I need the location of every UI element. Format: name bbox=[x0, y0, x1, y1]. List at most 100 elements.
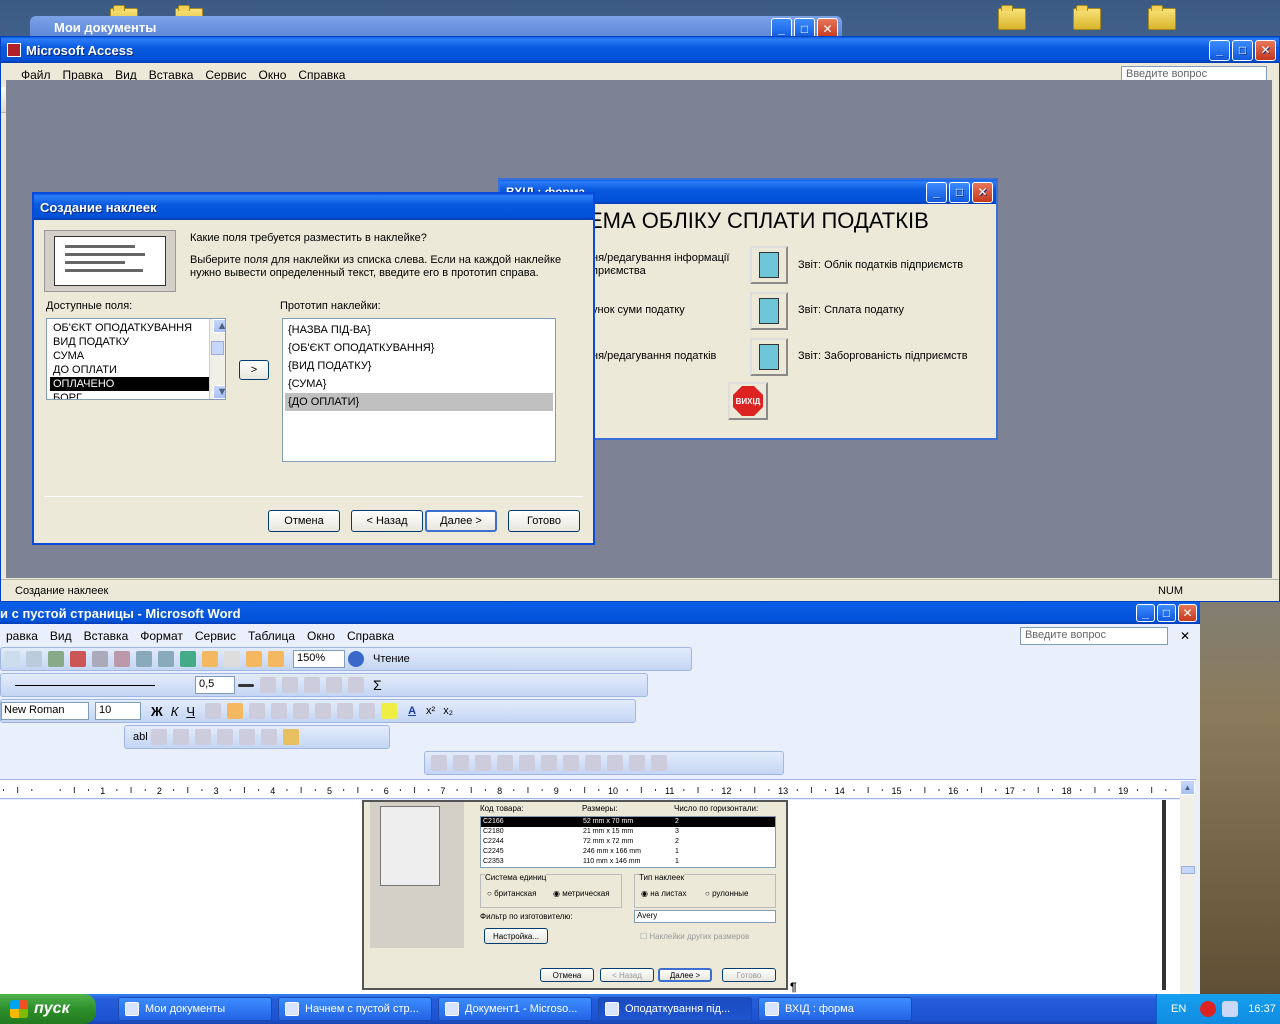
dialog-next-button[interactable]: Далее > bbox=[658, 968, 712, 982]
ask-question-input[interactable]: Введите вопрос bbox=[1019, 627, 1168, 645]
cancel-button[interactable]: Отмена bbox=[268, 510, 340, 532]
menu-window[interactable]: Окно bbox=[301, 629, 341, 643]
border-color-icon[interactable] bbox=[238, 683, 254, 687]
available-field-item[interactable]: ОБ'ЄКТ ОПОДАТКУВАННЯ bbox=[50, 321, 209, 335]
label-product-row[interactable]: C2166 52 mm x 70 mm 2 bbox=[481, 817, 775, 827]
word-titlebar[interactable]: и с пустой страницы - Microsoft Word _ □… bbox=[0, 602, 1200, 624]
scroll-up-button[interactable]: ▲ bbox=[213, 319, 225, 333]
available-fields-list[interactable]: ОБ'ЄКТ ОПОДАТКУВАННЯ ВИД ПОДАТКУ СУМА ДО ОП… bbox=[46, 318, 226, 400]
insert-picture-icon[interactable] bbox=[431, 755, 447, 771]
tables-icon[interactable] bbox=[202, 651, 218, 667]
autosum-icon[interactable]: Σ bbox=[373, 677, 382, 693]
report-button-2[interactable] bbox=[750, 292, 788, 330]
list-scrollbar[interactable]: ▲ ▼ bbox=[209, 319, 225, 399]
prototype-line[interactable]: {ОБ'ЄКТ ОПОДАТКУВАННЯ} bbox=[285, 339, 553, 357]
available-field-item[interactable]: ВИД ПОДАТКУ bbox=[50, 335, 209, 349]
vertical-scrollbar[interactable]: ▲ bbox=[1180, 780, 1196, 1000]
back-button[interactable]: < Назад bbox=[351, 510, 423, 532]
prototype-line[interactable]: {СУМА} bbox=[285, 375, 553, 393]
table-icon[interactable] bbox=[216, 729, 233, 745]
prototype-editor[interactable]: {НАЗВА ПІД-ВА} {ОБ'ЄКТ ОПОДАТКУВАННЯ} {ВИД… bbox=[282, 318, 556, 462]
scroll-down-button[interactable]: ▼ bbox=[213, 385, 225, 399]
type-sheet-radio[interactable]: ◉ на листах bbox=[641, 889, 686, 898]
numbering-icon[interactable] bbox=[315, 703, 332, 719]
font-size-select[interactable]: 10 bbox=[95, 702, 141, 720]
add-field-button[interactable]: > bbox=[239, 360, 269, 380]
exit-button[interactable]: ВИХІД bbox=[728, 382, 768, 420]
other-sizes-checkbox[interactable]: ☐ Наклейки других размеров bbox=[640, 932, 749, 941]
reset-picture-icon[interactable] bbox=[651, 755, 667, 771]
scroll-up-button[interactable]: ▲ bbox=[1180, 780, 1195, 795]
available-field-item[interactable]: ОПЛАЧЕНО bbox=[50, 377, 209, 391]
protect-form-icon[interactable] bbox=[282, 729, 299, 745]
taskbar-item-my-documents[interactable]: Мои документы bbox=[118, 997, 272, 1021]
horizontal-ruler[interactable]: 112345678910111213141516171819 bbox=[0, 779, 1196, 799]
minimize-button[interactable]: _ bbox=[1209, 39, 1230, 61]
bullets-icon[interactable] bbox=[337, 703, 354, 719]
maximize-button[interactable]: □ bbox=[949, 181, 970, 203]
menu-tools[interactable]: Сервис bbox=[189, 629, 242, 643]
mydocs-window[interactable]: Мои документы _ □ ✕ bbox=[30, 16, 842, 39]
subscript-button[interactable]: x₂ bbox=[443, 705, 453, 717]
reading-mode-button[interactable]: Чтение bbox=[373, 653, 410, 665]
label-product-row[interactable]: C2245 246 mm x 166 mm 1 bbox=[481, 847, 775, 857]
superscript-button[interactable]: x² bbox=[426, 705, 435, 717]
filter-select[interactable]: Avery bbox=[634, 910, 776, 923]
paste-icon[interactable] bbox=[114, 651, 130, 667]
sort-icon[interactable] bbox=[348, 677, 364, 693]
color-icon[interactable] bbox=[453, 755, 469, 771]
format-picture-icon[interactable] bbox=[629, 755, 645, 771]
line-style-preview[interactable] bbox=[15, 684, 155, 686]
menu-help[interactable]: Справка bbox=[341, 629, 400, 643]
folder-icon[interactable] bbox=[998, 5, 1026, 30]
bold-button[interactable]: Ж bbox=[151, 704, 163, 719]
combobox-icon[interactable] bbox=[172, 729, 189, 745]
align-center-icon[interactable] bbox=[227, 703, 244, 719]
dialog-finish-button[interactable]: Готово bbox=[722, 968, 776, 982]
taskbar-item-word-start[interactable]: Начнем с пустой стр... bbox=[278, 997, 432, 1021]
maximize-button[interactable]: □ bbox=[1232, 39, 1253, 61]
line-style-icon[interactable] bbox=[563, 755, 579, 771]
merge-cells-icon[interactable] bbox=[326, 677, 342, 693]
tray-icon[interactable] bbox=[1222, 1001, 1239, 1017]
document-area[interactable]: Код товара: Размеры: Число по горизонтал… bbox=[0, 800, 1180, 1000]
wrap-icon[interactable] bbox=[607, 755, 623, 771]
copy-icon[interactable] bbox=[92, 651, 108, 667]
label-product-row[interactable]: C2180 21 mm x 15 mm 3 bbox=[481, 827, 775, 837]
show-hide-icon[interactable] bbox=[268, 651, 284, 667]
menu-edit[interactable]: равка bbox=[0, 629, 44, 643]
start-button[interactable]: пуск bbox=[0, 994, 96, 1024]
borders-icon[interactable] bbox=[260, 677, 276, 693]
type-roll-radio[interactable]: ○ рулонные bbox=[705, 889, 749, 898]
report-button-1[interactable] bbox=[750, 246, 788, 284]
label-product-list[interactable]: C2166 52 mm x 70 mm 2 C2180 21 mm x 15 mm 3 C2… bbox=[480, 816, 776, 868]
properties-icon[interactable] bbox=[194, 729, 211, 745]
maximize-button[interactable]: □ bbox=[1157, 604, 1176, 622]
zoom-select[interactable]: 150% bbox=[293, 650, 345, 668]
scroll-thumb[interactable] bbox=[1181, 866, 1195, 874]
label-product-row[interactable]: C2353 110 mm x 146 mm 1 bbox=[481, 857, 775, 867]
frame-icon[interactable] bbox=[238, 729, 255, 745]
align-left-icon[interactable] bbox=[205, 703, 222, 719]
font-color-icon[interactable]: A bbox=[408, 705, 416, 717]
next-button[interactable]: Далее > bbox=[425, 510, 497, 532]
print-icon[interactable] bbox=[4, 651, 20, 667]
crop-icon[interactable] bbox=[519, 755, 535, 771]
scroll-thumb[interactable] bbox=[211, 341, 224, 355]
language-indicator[interactable]: EN bbox=[1171, 1003, 1186, 1015]
available-field-item[interactable]: БОРГ bbox=[50, 391, 209, 399]
italic-button[interactable]: К bbox=[171, 704, 179, 719]
close-button[interactable]: ✕ bbox=[1178, 604, 1197, 622]
compress-icon[interactable] bbox=[585, 755, 601, 771]
prototype-line[interactable]: {ДО ОПЛАТИ} bbox=[285, 393, 553, 411]
wizard-titlebar[interactable]: Создание наклеек bbox=[34, 194, 593, 220]
unit-metric-radio[interactable]: ◉ метрическая bbox=[553, 889, 610, 898]
columns-icon[interactable] bbox=[224, 651, 240, 667]
dialog-cancel-button[interactable]: Отмена bbox=[540, 968, 594, 982]
line-width-select[interactable]: 0,5 bbox=[195, 676, 235, 694]
brightness-icon[interactable] bbox=[497, 755, 513, 771]
text-field-icon[interactable]: abl bbox=[133, 731, 148, 743]
menu-table[interactable]: Таблица bbox=[242, 629, 301, 643]
antivirus-icon[interactable] bbox=[1200, 1001, 1217, 1017]
menu-insert[interactable]: Вставка bbox=[78, 629, 135, 643]
